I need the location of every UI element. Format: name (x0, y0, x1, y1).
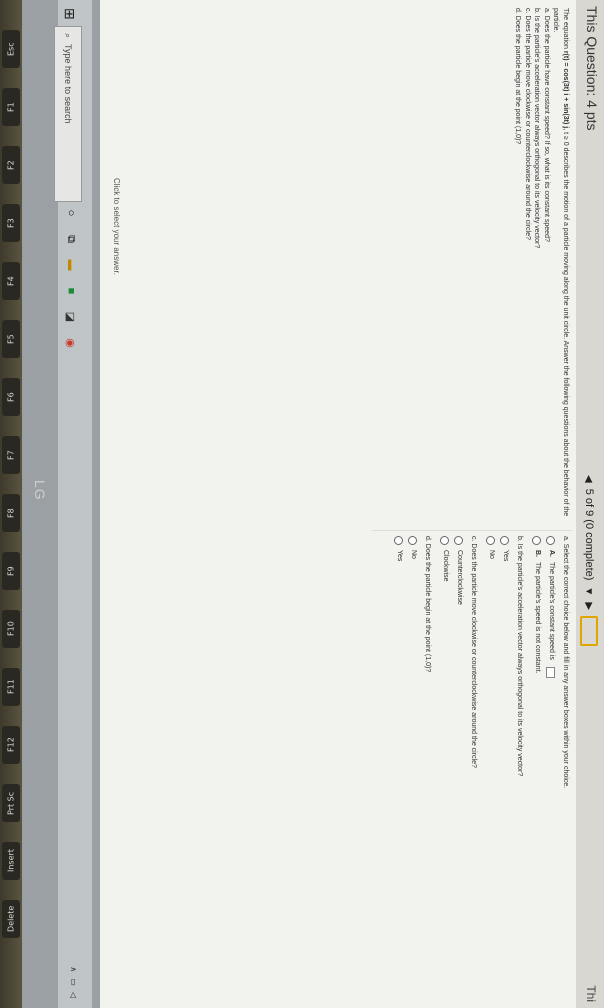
store-icon[interactable]: ■ (64, 284, 78, 298)
question-title: This Question: 4 pts (584, 6, 600, 131)
question-item-b: b. Is the particle's acceleration vector… (533, 8, 541, 249)
column-divider (372, 530, 572, 531)
click-hint: Click to select your answer. (112, 178, 121, 275)
radio-button[interactable] (394, 536, 404, 545)
key-f11[interactable]: F11 (2, 668, 20, 706)
app-icon[interactable]: ◪ (64, 310, 78, 324)
question-progress: 5 of 9 (0 complete) (583, 488, 595, 581)
key-esc[interactable]: Esc (2, 30, 20, 68)
question-statement: The equation r(t) = cos(3t) i + sin(3t) … (513, 8, 570, 528)
question-item-a: a. Does the particle have constant speed… (543, 8, 550, 242)
windows-taskbar: ⊞ ⌕ Type here to search ○ ⧉ ▬ ■ ◪ ◉ ∧ ▭ … (22, 0, 100, 1008)
question-header: This Question: 4 pts ◀ 5 of 9 (0 complet… (575, 0, 604, 1008)
key-f12[interactable]: F12 (2, 726, 20, 764)
browser-viewport: This Question: 4 pts ◀ 5 of 9 (0 complet… (22, 0, 604, 1008)
key-f3[interactable]: F3 (2, 204, 20, 242)
radio-button[interactable] (486, 536, 496, 545)
next-question-icon[interactable]: ▶ (584, 602, 595, 610)
part-d-option-no[interactable]: No (408, 536, 418, 996)
radio-button[interactable] (440, 536, 450, 545)
part-a-option-b[interactable]: B. The particle's speed is not constant. (532, 536, 542, 996)
chrome-icon[interactable]: ◉ (64, 336, 78, 350)
part-c-option-counterclockwise[interactable]: Counterclockwise (454, 536, 464, 996)
key-insert[interactable]: Insert (2, 842, 20, 880)
windows-start-icon[interactable]: ⊞ (61, 8, 78, 20)
part-d: d. Does the particle begin at the point … (394, 536, 432, 996)
part-b: b. Is the particle's acceleration vector… (486, 536, 524, 996)
speed-answer-box[interactable] (546, 666, 556, 678)
key-delete[interactable]: Delete (2, 900, 20, 938)
volume-icon[interactable]: ◁ (69, 992, 78, 998)
question-item-d: d. Does the particle begin at the point … (514, 8, 522, 145)
part-c: c. Does the particle move clockwise or c… (440, 536, 478, 996)
key-f8[interactable]: F8 (2, 494, 20, 532)
key-f10[interactable]: F10 (2, 610, 20, 648)
question-dropdown-icon[interactable]: ▼ (584, 586, 595, 596)
question-item-c: c. Does the particle move clockwise or c… (524, 8, 531, 240)
system-tray: ∧ ▭ ◁ (69, 966, 78, 998)
part-b-option-no[interactable]: No (486, 536, 496, 996)
key-f7[interactable]: F7 (2, 436, 20, 474)
header-truncated-text: Thi (584, 985, 598, 1002)
question-prompt: The equation r(t) = cos(3t) i + sin(3t) … (552, 8, 570, 517)
radio-button[interactable] (408, 536, 418, 545)
question-navigator: ◀ 5 of 9 (0 complete) ▼ ▶ (580, 475, 598, 647)
part-d-option-yes[interactable]: Yes (394, 536, 404, 996)
key-prtsc[interactable]: Prt Sc (2, 784, 20, 822)
part-c-label: c. Does the particle move clockwise or c… (470, 536, 477, 768)
file-explorer-icon[interactable]: ▬ (64, 258, 78, 272)
lg-logo: LG (32, 480, 48, 501)
key-f2[interactable]: F2 (2, 146, 20, 184)
part-a-label: a. Select the correct choice below and f… (562, 536, 569, 789)
taskbar-search-input[interactable]: ⌕ Type here to search (54, 26, 82, 202)
key-f4[interactable]: F4 (2, 262, 20, 300)
part-b-label: b. Is the particle's acceleration vector… (516, 536, 523, 777)
previous-question-icon[interactable]: ◀ (584, 475, 595, 483)
taskbar-bar: ⊞ ⌕ Type here to search ○ ⧉ ▬ ■ ◪ ◉ ∧ ▭ … (54, 0, 92, 1008)
cortana-icon[interactable]: ○ (64, 206, 78, 220)
key-f1[interactable]: F1 (2, 88, 20, 126)
radio-button[interactable] (546, 536, 556, 545)
radio-button[interactable] (532, 536, 542, 545)
search-placeholder: Type here to search (63, 44, 73, 124)
keyboard-function-row: Esc F1 F2 F3 F4 F5 F6 F7 F8 F9 F10 F11 F… (0, 0, 22, 1008)
tray-chevron-icon[interactable]: ∧ (69, 966, 78, 972)
part-b-option-yes[interactable]: Yes (500, 536, 510, 996)
next-question-button[interactable] (580, 616, 598, 647)
part-d-label: d. Does the particle begin at the point … (424, 536, 431, 673)
key-f9[interactable]: F9 (2, 552, 20, 590)
question-body: The equation r(t) = cos(3t) i + sin(3t) … (100, 0, 576, 1008)
radio-button[interactable] (500, 536, 510, 545)
equation: r(t) = cos(3t) i + sin(3t) j (562, 50, 569, 129)
laptop-screen: This Question: 4 pts ◀ 5 of 9 (0 complet… (22, 0, 604, 1008)
part-a-option-a[interactable]: A. The particle's constant speed is (546, 536, 556, 996)
answer-panel: a. Select the correct choice below and f… (386, 536, 570, 996)
radio-button[interactable] (454, 536, 464, 545)
part-a: a. Select the correct choice below and f… (532, 536, 570, 996)
part-c-option-clockwise[interactable]: Clockwise (440, 536, 450, 996)
task-view-icon[interactable]: ⧉ (64, 232, 78, 246)
network-icon[interactable]: ▭ (69, 978, 78, 986)
key-f5[interactable]: F5 (2, 320, 20, 358)
search-icon: ⌕ (63, 33, 74, 39)
key-f6[interactable]: F6 (2, 378, 20, 416)
